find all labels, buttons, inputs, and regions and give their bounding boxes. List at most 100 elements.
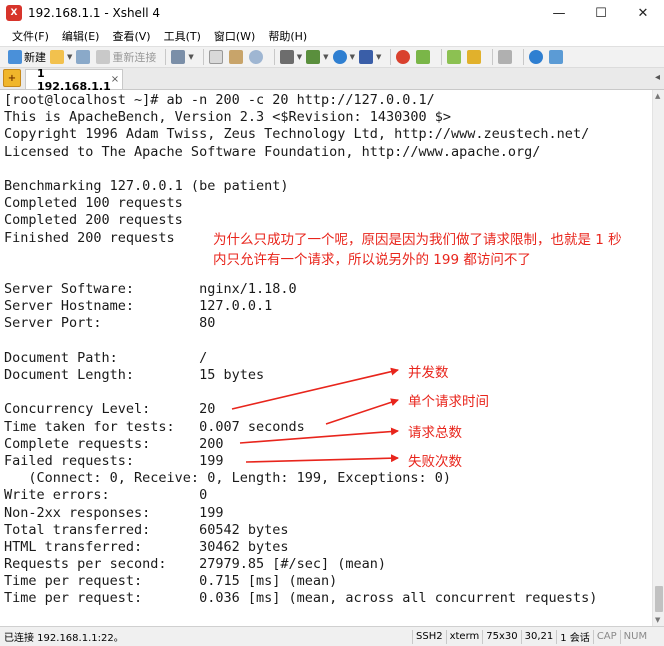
terminal-line: Complete requests: 200 [4, 435, 224, 452]
window-controls: — ☐ ✕ [538, 0, 664, 26]
copy-button[interactable] [208, 48, 225, 66]
menu-bar: 文件(F) 编辑(E) 查看(V) 工具(T) 窗口(W) 帮助(H) [0, 26, 664, 46]
window-title: 192.168.1.1 - Xshell 4 [28, 6, 161, 20]
lock-button[interactable] [467, 48, 483, 66]
terminal-line: [root@localhost ~]# ab -n 200 -c 20 http… [4, 92, 435, 108]
annotation-note-line1: 为什么只成功了一个呢，原因是因为我们做了请求限制，也就是 1 秒 [213, 232, 622, 248]
annotation-note: 为什么只成功了一个呢，原因是因为我们做了请求限制，也就是 1 秒 内只允许有一个… [213, 230, 653, 270]
terminal-line: Non-2xx responses: 199 [4, 504, 224, 521]
terminal-line: HTML transferred: 30462 bytes [4, 538, 289, 555]
close-button[interactable]: ✕ [622, 0, 664, 26]
transfer-button[interactable]: ▼ [306, 48, 329, 66]
status-terminal-type: xterm [445, 629, 483, 644]
print-button[interactable]: ▼ [279, 48, 303, 66]
transfer-icon [306, 50, 321, 64]
find-icon [248, 50, 263, 64]
help-icon [529, 50, 544, 64]
tab-list-icon[interactable]: ◂ [655, 72, 660, 83]
menu-tools[interactable]: 工具(T) [164, 28, 201, 44]
plus-icon: + [7, 72, 17, 84]
menu-edit[interactable]: 编辑(E) [62, 28, 100, 44]
annotation-time-per-request: 单个请求时间 [408, 394, 489, 410]
globe-icon [332, 50, 347, 64]
terminal-line: Failed requests: 199 [4, 452, 224, 469]
properties-button[interactable]: ▼ [171, 48, 194, 66]
terminal-scrollbar[interactable]: ▲ ▼ [652, 90, 664, 626]
find-button[interactable] [248, 48, 265, 66]
annotation-concurrency: 并发数 [408, 365, 449, 381]
globe-button[interactable]: ▼ [332, 48, 355, 66]
maximize-button[interactable]: ☐ [580, 0, 622, 26]
menu-window[interactable]: 窗口(W) [214, 28, 255, 44]
status-bar: 已连接 192.168.1.1:22。 SSH2 xterm 75x30 30,… [0, 626, 664, 646]
toolbar-divider [523, 49, 525, 65]
menu-help[interactable]: 帮助(H) [268, 28, 307, 44]
terminal-line: Completed 100 requests [4, 195, 183, 212]
terminal-output[interactable]: [root@localhost ~]# ab -n 200 -c 20 http… [0, 90, 652, 626]
chevron-down-icon: ▼ [323, 53, 329, 61]
layout-button[interactable] [447, 48, 463, 66]
terminal-line: Server Port: 80 [4, 315, 216, 332]
terminal-line: Requests per second: 27979.85 [#/sec] (m… [4, 556, 387, 573]
status-size: 75x30 [482, 629, 520, 644]
chevron-down-icon: ▼ [296, 53, 303, 61]
status-cap: CAP [592, 629, 620, 644]
lock-icon [467, 50, 482, 64]
open-folder-icon [50, 50, 64, 64]
session-tab[interactable]: 1 192.168.1.1 × [25, 67, 123, 93]
terminal-line: Completed 200 requests [4, 212, 183, 229]
tab-bar: + 1 192.168.1.1 × ◂ [0, 67, 664, 93]
terminal-line: Write errors: 0 [4, 487, 208, 504]
terminal-line: This is ApacheBench, Version 2.3 <$Revis… [4, 109, 452, 126]
scroll-up-icon[interactable]: ▲ [655, 92, 660, 100]
session-manager-button[interactable]: + [3, 69, 21, 87]
open-button[interactable]: ▼ [50, 48, 72, 66]
keyboard-icon [498, 50, 513, 64]
scroll-down-icon[interactable]: ▼ [655, 616, 660, 624]
menu-file[interactable]: 文件(F) [12, 28, 49, 44]
script-icon [416, 50, 431, 64]
keyboard-button[interactable] [498, 48, 514, 66]
copy-icon [208, 50, 223, 64]
chevron-down-icon: ▼ [375, 53, 382, 61]
toolbar-divider [390, 49, 392, 65]
xftp-icon [396, 50, 411, 64]
toolbar-divider [441, 49, 443, 65]
annotation-total-requests: 请求总数 [408, 425, 462, 441]
font-button[interactable]: ▼ [358, 48, 382, 66]
tab-close-icon[interactable]: × [111, 74, 119, 85]
terminal-line: Time per request: 0.036 [ms] (mean, acro… [4, 590, 598, 607]
terminal-line: Server Software: nginx/1.18.0 [4, 281, 297, 298]
chat-icon [549, 50, 564, 64]
script-button[interactable] [416, 48, 432, 66]
toolbar-divider [492, 49, 494, 65]
terminal-line: (Connect: 0, Receive: 0, Length: 199, Ex… [4, 470, 452, 487]
annotation-failed-requests: 失败次数 [408, 454, 462, 470]
toolbar-divider [202, 49, 204, 65]
paste-button[interactable] [228, 48, 245, 66]
terminal-line: Time per request: 0.715 [ms] (mean) [4, 573, 338, 590]
print-icon [279, 50, 294, 64]
terminal-line: Licensed to The Apache Software Foundati… [4, 143, 541, 160]
new-session-button[interactable]: 新建 [8, 48, 46, 66]
new-session-icon [8, 50, 22, 64]
toolbar-divider [273, 49, 275, 65]
terminal-line: Document Length: 15 bytes [4, 367, 265, 383]
terminal-line: Document Path: / [4, 349, 208, 366]
reconnect-button[interactable]: 重新连接 [96, 48, 156, 66]
link-button[interactable] [76, 48, 92, 66]
help-button[interactable] [529, 48, 545, 66]
paste-icon [228, 50, 243, 64]
xftp-button[interactable] [396, 48, 412, 66]
chat-button[interactable] [549, 48, 565, 66]
minimize-button[interactable]: — [538, 0, 580, 26]
status-protocol: SSH2 [412, 629, 446, 644]
terminal-line: Time taken for tests: 0.007 seconds [4, 418, 305, 435]
menu-view[interactable]: 查看(V) [112, 28, 150, 44]
scroll-thumb[interactable] [655, 586, 663, 612]
toolbar: 新建 ▼ 重新连接 ▼ ▼ ▼ ▼ ▼ [0, 46, 664, 68]
title-bar: X 192.168.1.1 - Xshell 4 — ☐ ✕ [0, 0, 664, 26]
tab-label: 1 192.168.1.1 [37, 66, 111, 93]
